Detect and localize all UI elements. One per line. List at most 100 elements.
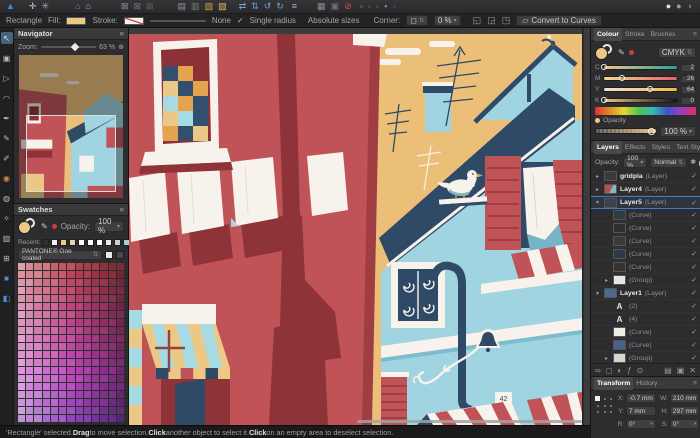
pantone-swatch[interactable]: [84, 271, 91, 278]
pantone-swatch[interactable]: [109, 287, 116, 294]
place-image-tool[interactable]: ▨: [1, 232, 13, 244]
pantone-swatch[interactable]: [109, 399, 116, 406]
pantone-swatch[interactable]: [59, 303, 66, 310]
absolute-sizes-label[interactable]: Absolute sizes: [308, 16, 360, 25]
visibility-check-icon[interactable]: ✓: [691, 172, 697, 180]
layer-row[interactable]: (Curve)✓: [591, 248, 700, 261]
tab-brushes[interactable]: Brushes: [648, 28, 679, 41]
palette-view-dark-icon[interactable]: [116, 251, 124, 259]
layer-row[interactable]: ▾Layer1(Layer)✓: [591, 287, 700, 300]
recent-swatch[interactable]: [78, 239, 85, 246]
stroke-width-value[interactable]: None: [212, 16, 231, 25]
expander-icon[interactable]: ▾: [594, 199, 601, 206]
pantone-swatch[interactable]: [84, 279, 91, 286]
pantone-swatch[interactable]: [34, 415, 41, 422]
pantone-swatch[interactable]: [34, 399, 41, 406]
pantone-swatch[interactable]: [34, 383, 41, 390]
pantone-swatch[interactable]: [92, 271, 99, 278]
pantone-swatch[interactable]: [109, 271, 116, 278]
pantone-swatch[interactable]: [100, 375, 107, 382]
zoom-tool[interactable]: ◧: [1, 292, 13, 304]
pantone-swatch[interactable]: [34, 287, 41, 294]
pantone-swatch[interactable]: [59, 415, 66, 422]
layer-row[interactable]: (Curve)✓: [591, 326, 700, 339]
colour-model-dropdown[interactable]: CMYK⇅: [658, 47, 696, 58]
gear-icon[interactable]: ✱: [690, 158, 696, 166]
pantone-swatch[interactable]: [92, 367, 99, 374]
recent-swatch[interactable]: [96, 239, 103, 246]
pantone-swatch[interactable]: [84, 263, 91, 270]
pantone-swatch[interactable]: [43, 271, 50, 278]
pantone-swatch[interactable]: [84, 287, 91, 294]
layer-row[interactable]: ▾Layer5(Layer)✓: [591, 196, 700, 209]
anchor-point-selector[interactable]: [595, 396, 612, 413]
pantone-swatch[interactable]: [51, 367, 58, 374]
layer-row[interactable]: ▸gridpla(Layer)✓: [591, 170, 700, 183]
pantone-swatch[interactable]: [51, 415, 58, 422]
pantone-swatch[interactable]: [34, 279, 41, 286]
pantone-swatch[interactable]: [59, 351, 66, 358]
artboard-tool[interactable]: ▣: [1, 52, 13, 64]
pantone-swatch[interactable]: [26, 287, 33, 294]
pantone-swatch[interactable]: [51, 343, 58, 350]
pantone-swatch[interactable]: [43, 407, 50, 414]
pantone-swatch[interactable]: [18, 391, 25, 398]
pantone-swatch[interactable]: [18, 279, 25, 286]
pantone-swatch[interactable]: [92, 335, 99, 342]
pantone-swatch[interactable]: [67, 415, 74, 422]
ungroup-icon[interactable]: ▨: [218, 0, 227, 13]
pantone-swatch[interactable]: [67, 351, 74, 358]
pantone-swatch[interactable]: [67, 399, 74, 406]
zoom-slider-handle[interactable]: [71, 42, 79, 50]
pantone-swatch[interactable]: [109, 383, 116, 390]
pantone-swatch[interactable]: [92, 343, 99, 350]
pantone-swatch[interactable]: [43, 343, 50, 350]
pantone-swatch[interactable]: [18, 319, 25, 326]
recent-swatch[interactable]: [87, 239, 94, 246]
corner-rounded-icon[interactable]: ◲: [487, 14, 496, 27]
pantone-swatch[interactable]: [59, 319, 66, 326]
pantone-swatch[interactable]: [92, 311, 99, 318]
pantone-swatch[interactable]: [92, 279, 99, 286]
pantone-swatch[interactable]: [100, 303, 107, 310]
pantone-swatch[interactable]: [51, 271, 58, 278]
pantone-swatch[interactable]: [26, 327, 33, 334]
pantone-swatch[interactable]: [76, 303, 83, 310]
anchor-top-left[interactable]: [595, 396, 600, 401]
navigator-preview[interactable]: [19, 55, 123, 198]
colour-picker-tool[interactable]: ✧: [1, 212, 13, 224]
group-icon[interactable]: ▨: [205, 0, 214, 13]
pantone-swatch[interactable]: [34, 407, 41, 414]
pantone-swatch[interactable]: [67, 391, 74, 398]
pantone-swatch[interactable]: [51, 311, 58, 318]
pantone-swatch[interactable]: [18, 351, 25, 358]
pantone-swatch[interactable]: [67, 311, 74, 318]
pantone-swatch[interactable]: [43, 391, 50, 398]
recent-swatch[interactable]: [105, 239, 112, 246]
pantone-swatch[interactable]: [84, 367, 91, 374]
pantone-swatch[interactable]: [117, 287, 124, 294]
pantone-swatch[interactable]: [117, 343, 124, 350]
pantone-swatch[interactable]: [117, 271, 124, 278]
pantone-swatch[interactable]: [34, 295, 41, 302]
pantone-swatch[interactable]: [26, 271, 33, 278]
pantone-swatch[interactable]: [84, 359, 91, 366]
pantone-swatch[interactable]: [43, 311, 50, 318]
pantone-swatch[interactable]: [92, 295, 99, 302]
visibility-check-icon[interactable]: ✓: [691, 328, 697, 336]
pantone-swatch[interactable]: [117, 391, 124, 398]
pantone-swatch[interactable]: [51, 319, 58, 326]
add-group-icon[interactable]: ▣: [677, 366, 685, 375]
order-back-icon[interactable]: ▤: [178, 0, 187, 13]
pantone-swatch[interactable]: [34, 335, 41, 342]
pantone-swatch[interactable]: [51, 263, 58, 270]
pantone-swatch[interactable]: [26, 319, 33, 326]
flip-vertical-icon[interactable]: ⇅: [251, 0, 259, 13]
pantone-swatch[interactable]: [51, 391, 58, 398]
palette-view-light-icon[interactable]: [105, 251, 113, 259]
pantone-swatch[interactable]: [76, 311, 83, 318]
move-icon[interactable]: ✛: [29, 0, 37, 13]
pantone-swatch[interactable]: [76, 399, 83, 406]
dropdown-arrow-icon[interactable]: ▾: [694, 421, 697, 427]
pantone-swatch[interactable]: [59, 311, 66, 318]
